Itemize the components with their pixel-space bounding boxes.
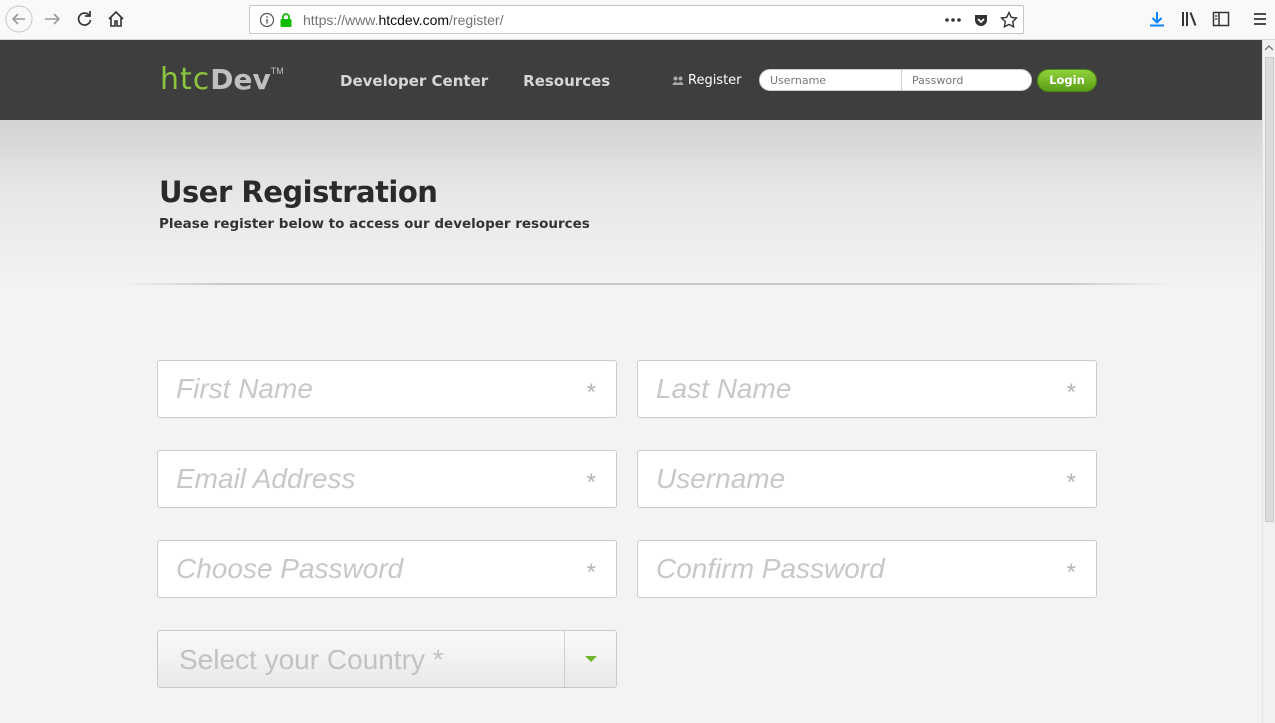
country-select[interactable]: Select your Country * [157,630,617,688]
bookmark-star-icon[interactable] [1000,11,1018,29]
login-box [759,69,1032,91]
logo-tm: TM [270,66,284,76]
email-input[interactable] [158,451,616,507]
pocket-icon[interactable] [973,12,989,28]
page-scrollbar[interactable] [1262,40,1275,723]
required-marker: * [1066,469,1076,496]
reload-icon [77,11,92,26]
email-field: * [157,450,617,508]
url-bar[interactable]: https://www.htcdev.com/register/ [249,5,1024,34]
back-button[interactable] [4,4,34,34]
page-subtitle: Please register below to access our deve… [159,216,590,232]
main-nav: Developer Center Resources [340,72,610,90]
menu-icon[interactable] [1252,11,1268,27]
url-path: /register/ [449,12,504,28]
info-icon[interactable] [259,12,275,28]
country-select-label: Select your Country * [179,644,444,675]
sidebar-icon[interactable] [1212,10,1230,28]
chevron-down-icon [584,656,597,662]
choose-password-field: * [157,540,617,598]
required-marker: * [586,469,596,496]
required-marker: * [1066,379,1076,406]
nav-resources[interactable]: Resources [523,72,610,90]
forward-button[interactable] [37,4,67,34]
confirm-password-field: * [637,540,1097,598]
last-name-input[interactable] [638,361,1096,417]
download-icon[interactable] [1148,10,1166,28]
hero-divider [120,283,1170,285]
home-button[interactable] [101,4,131,34]
required-marker: * [586,559,596,586]
country-select-toggle[interactable] [564,631,616,687]
forward-icon [45,13,61,25]
hero-banner: User Registration Please register below … [0,120,1262,290]
page-title: User Registration [159,175,438,209]
lock-icon[interactable] [279,12,293,28]
home-icon [108,10,124,27]
site-header: htcDevTM Developer Center Resources Regi… [0,40,1262,120]
username-input[interactable] [638,451,1096,507]
nav-developer-center[interactable]: Developer Center [340,72,488,90]
required-marker: * [586,379,596,406]
scroll-thumb[interactable] [1265,57,1274,522]
more-icon[interactable] [944,13,962,27]
logo-dev: Dev [210,63,271,96]
last-name-field: * [637,360,1097,418]
htc-dev-logo[interactable]: htcDevTM [160,62,284,97]
url-host: htcdev.com [378,12,450,28]
header-password-input[interactable] [902,70,1032,90]
first-name-input[interactable] [158,361,616,417]
users-icon [672,76,684,85]
browser-toolbar: https://www.htcdev.com/register/ [0,0,1275,40]
username-field: * [637,450,1097,508]
choose-password-input[interactable] [158,541,616,597]
logo-htc: htc [160,62,211,97]
library-icon[interactable] [1180,10,1199,28]
reload-button[interactable] [69,4,99,34]
first-name-field: * [157,360,617,418]
url-prefix: https://www. [303,12,379,28]
register-link[interactable]: Register [672,73,742,88]
header-username-input[interactable] [760,70,902,90]
register-label: Register [688,73,742,88]
login-button[interactable]: Login [1037,69,1097,92]
required-marker: * [1066,559,1076,586]
back-icon [5,5,33,33]
confirm-password-input[interactable] [638,541,1096,597]
url-text: https://www.htcdev.com/register/ [303,12,503,28]
scroll-up-icon[interactable] [1265,44,1273,52]
